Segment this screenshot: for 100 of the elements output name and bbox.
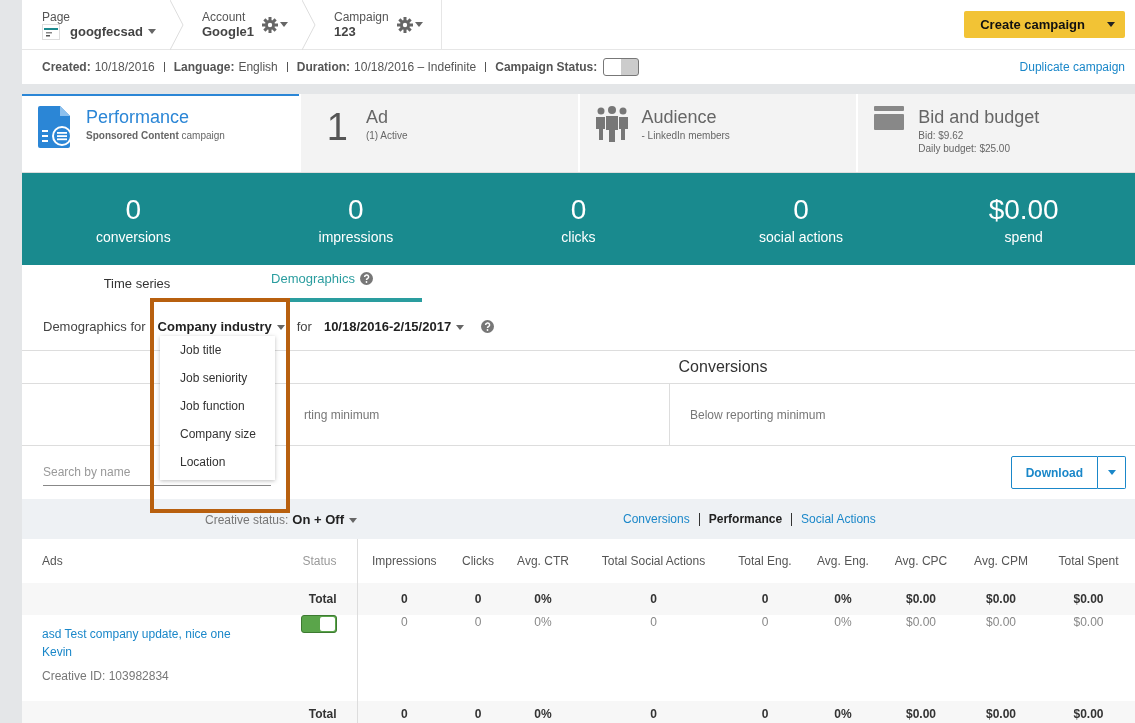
table-cell: 0 — [357, 615, 451, 701]
facet-dropdown[interactable]: Company industry — [157, 318, 285, 334]
table-cell: 0 — [581, 615, 726, 701]
table-cell: 0 — [451, 615, 505, 701]
breadcrumb-label: Account — [201, 10, 247, 24]
table-cell-text: Below reporting minimum — [689, 406, 827, 424]
filter-label: Creative status: — [205, 512, 289, 527]
card-icon — [874, 106, 905, 130]
breadcrumb-label: Page — [42, 9, 72, 24]
info-value: English — [238, 60, 278, 74]
table-cell: $0.00 — [882, 701, 960, 723]
total-label: Total — [290, 583, 357, 615]
table-cell: $0.00 — [960, 701, 1042, 723]
menu-item[interactable]: Company size — [160, 420, 275, 448]
info-label: Language: — [173, 60, 235, 74]
caret-icon — [147, 29, 156, 34]
card-title: Bid and budget — [918, 106, 1040, 128]
summary-card[interactable]: Audience - LinkedIn members — [577, 94, 857, 172]
metric-value: 0 — [347, 193, 365, 227]
total-label: Total — [290, 701, 357, 723]
column-header: Avg. CPC — [882, 539, 960, 583]
column-header: Avg. Eng. — [804, 539, 882, 583]
help-icon — [481, 319, 495, 333]
card-title: Performance — [86, 106, 191, 128]
metric-label: spend — [1003, 229, 1044, 245]
metric-value: 0 — [792, 193, 810, 227]
metric-view-link[interactable]: Social Actions — [801, 512, 876, 526]
metric-view-link[interactable]: Conversions — [623, 512, 690, 526]
status-toggle[interactable] — [603, 58, 640, 76]
column-header: Avg. CTR — [505, 539, 581, 583]
menu-item[interactable]: Job seniority — [160, 364, 275, 392]
table-cell: 0 — [451, 701, 505, 723]
gear-icon — [396, 16, 413, 33]
metric-view-link[interactable]: Performance — [708, 512, 783, 526]
menu-item[interactable]: Job title — [160, 336, 275, 364]
summary-card[interactable]: Bid and budget Bid: $9.62 Daily budget: $25.00 — [856, 94, 1135, 172]
column-header: Conversions — [677, 357, 769, 377]
breadcrumb-label: Campaign — [334, 10, 389, 24]
table-cell: 0 — [357, 701, 451, 723]
table-cell: 0% — [804, 701, 882, 723]
card-subtitle: - LinkedIn members — [641, 130, 730, 141]
download-button[interactable]: Download — [1010, 456, 1098, 489]
table-cell: 0 — [726, 701, 804, 723]
caret-icon — [276, 324, 285, 330]
document-icon — [38, 106, 72, 148]
creative-status-dropdown[interactable]: On + Off — [292, 511, 357, 527]
card-subtitle: Daily budget: $25.00 — [918, 143, 1011, 154]
create-campaign-button[interactable]: Create campaign — [964, 11, 1125, 38]
status-toggle[interactable] — [300, 615, 337, 633]
card-subtitle: Bid: $9.62 — [918, 130, 965, 141]
date-range-dropdown[interactable]: 10/18/2016-2/15/2017 — [323, 318, 465, 334]
ad-title-link[interactable]: asd Test company update, nice one Kevin — [42, 625, 250, 661]
menu-item[interactable]: Job function — [160, 392, 275, 420]
breadcrumb-value[interactable]: Google1 — [201, 24, 254, 39]
table-cell: 0% — [505, 701, 581, 723]
info-value: 10/18/2016 – Indefinite — [354, 60, 477, 74]
table-cell: 0 — [581, 701, 726, 723]
caret-icon — [1107, 22, 1115, 27]
info-label: Duration: — [296, 60, 351, 74]
column-header: Impressions — [357, 539, 451, 583]
card-title: Audience — [641, 106, 718, 128]
caret-icon — [1107, 470, 1116, 475]
column-header: Avg. CPM — [960, 539, 1042, 583]
column-header: Total Eng. — [726, 539, 804, 583]
caret-icon — [280, 22, 288, 27]
duplicate-campaign-link[interactable]: Duplicate campaign — [1019, 60, 1125, 74]
table-cell: 0 — [726, 615, 804, 701]
caret-icon — [414, 22, 423, 27]
card-subtitle: (1) Active — [365, 130, 408, 141]
table-cell: $0.00 — [882, 615, 960, 701]
filter-label: Demographics for — [43, 318, 146, 334]
metric-label: conversions — [94, 229, 172, 245]
metric-value: 0 — [124, 193, 143, 227]
caret-icon — [456, 324, 465, 330]
creative-id: Creative ID: 103982834 — [42, 669, 170, 683]
card-title: Ad — [365, 106, 389, 128]
table-cell: 0 — [726, 583, 804, 615]
filter-label: for — [296, 318, 312, 334]
metric-label: impressions — [317, 229, 395, 245]
table-cell: 0 — [581, 583, 726, 615]
table-cell: $0.00 — [1042, 615, 1135, 701]
breadcrumb-value[interactable]: 123 — [334, 24, 356, 39]
people-icon — [595, 106, 628, 142]
table-cell: 0% — [804, 583, 882, 615]
card-subtitle: Sponsored Content campaign — [86, 130, 225, 141]
info-label: Created: — [42, 60, 91, 74]
ad-count: 1 — [326, 106, 348, 148]
download-menu-button[interactable] — [1098, 456, 1126, 489]
info-label: Campaign Status: — [495, 60, 598, 74]
column-header: Total Spent — [1042, 539, 1135, 583]
column-header: Clicks — [451, 539, 505, 583]
column-header: Total Social Actions — [581, 539, 726, 583]
table-cell: 0 — [357, 583, 451, 615]
breadcrumb-value[interactable]: googfecsad — [70, 24, 143, 39]
table-cell: $0.00 — [960, 583, 1042, 615]
metric-value: $0.00 — [987, 193, 1060, 227]
table-cell: $0.00 — [882, 583, 960, 615]
table-cell: $0.00 — [960, 615, 1042, 701]
view-tab[interactable]: Time series — [52, 265, 222, 302]
metric-label: social actions — [758, 229, 845, 245]
